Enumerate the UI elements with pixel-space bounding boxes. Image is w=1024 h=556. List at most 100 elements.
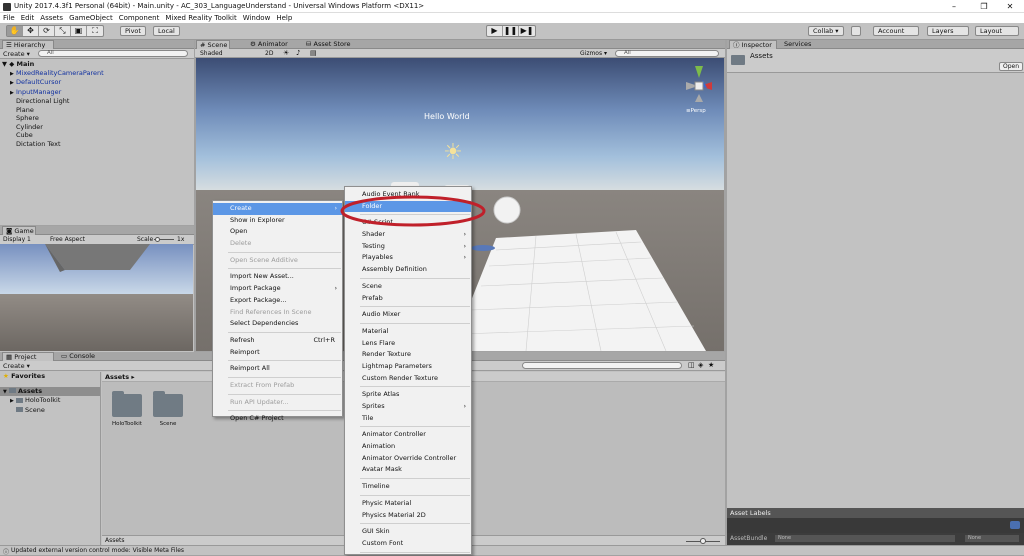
play-button[interactable]: ▶ — [487, 26, 503, 36]
assetbundle-variant-dropdown[interactable]: None — [965, 535, 1019, 542]
holotoolkit-folder-label[interactable]: HoloToolkit — [109, 421, 145, 427]
menu-item-physic-material[interactable]: Physic Material — [345, 498, 471, 510]
scene-search-input[interactable]: All — [615, 50, 719, 57]
cloud-icon[interactable] — [851, 26, 861, 36]
layers-dropdown[interactable]: Layers — [927, 26, 969, 36]
tab-inspector[interactable]: ⓘ Inspector — [729, 40, 777, 49]
gizmos-dropdown[interactable]: Gizmos ▾ — [580, 50, 607, 57]
layout-dropdown[interactable]: Layout — [975, 26, 1019, 36]
menu-item-custom-font[interactable]: Custom Font — [345, 538, 471, 550]
project-tree-item[interactable]: Scene — [0, 406, 100, 415]
menu-item-create[interactable]: Create› — [213, 203, 342, 215]
scale-slider-thumb[interactable] — [155, 237, 160, 242]
hierarchy-item[interactable]: Dictation Text — [2, 140, 192, 149]
local-toggle[interactable]: Local — [153, 26, 180, 36]
favorite-star-icon[interactable]: ★ — [708, 361, 714, 369]
menu-assets[interactable]: Assets — [37, 13, 66, 23]
menu-item-audio-event-bank[interactable]: Audio Event Bank — [345, 189, 471, 201]
favorites-item[interactable]: ★ Favorites — [0, 372, 100, 381]
menu-item-sprite-atlas[interactable]: Sprite Atlas — [345, 389, 471, 401]
transform-tool-icon[interactable]: ⛶ — [87, 26, 103, 36]
asset-labels-header[interactable]: Asset Labels — [727, 508, 1024, 518]
menu-item-render-texture[interactable]: Render Texture — [345, 349, 471, 361]
pivot-toggle[interactable]: Pivot — [120, 26, 146, 36]
tab-game[interactable]: ◙ Game — [2, 226, 36, 235]
menu-item-playables[interactable]: Playables› — [345, 252, 471, 264]
menu-gameobject[interactable]: GameObject — [66, 13, 116, 23]
menu-item-physics-material-2d[interactable]: Physics Material 2D — [345, 510, 471, 522]
menu-window[interactable]: Window — [240, 13, 274, 23]
minimize-button[interactable]: – — [940, 0, 968, 13]
menu-item-animator-override-controller[interactable]: Animator Override Controller — [345, 453, 471, 465]
holotoolkit-folder-icon[interactable] — [112, 394, 142, 417]
scale-tool-icon[interactable]: ⤡ — [55, 26, 71, 36]
breadcrumb-assets[interactable]: Assets ▸ — [105, 373, 135, 381]
menu-item-timeline[interactable]: Timeline — [345, 481, 471, 493]
aspect-dropdown[interactable]: Free Aspect — [50, 236, 85, 243]
audio-toggle-icon[interactable]: ♪ — [296, 49, 300, 57]
menu-item-gui-skin[interactable]: GUI Skin — [345, 526, 471, 538]
assetbundle-dropdown[interactable]: None — [775, 535, 955, 542]
project-create-dropdown[interactable]: Create ▾ — [3, 362, 30, 370]
menu-item-select-dependencies[interactable]: Select Dependencies — [213, 318, 342, 330]
menu-item-c-script[interactable]: C# Script — [345, 217, 471, 229]
menu-item-animation[interactable]: Animation — [345, 441, 471, 453]
tab-console[interactable]: ▭ Console — [58, 352, 98, 361]
collab-button[interactable]: Collab ▾ — [808, 26, 844, 36]
lighting-toggle-icon[interactable]: ☀ — [283, 49, 289, 57]
tab-project[interactable]: ▦ Project — [2, 352, 54, 361]
menu-item-prefab[interactable]: Prefab — [345, 293, 471, 305]
menu-item-open-c-project[interactable]: Open C# Project — [213, 413, 342, 425]
scene-gizmo-icon[interactable] — [684, 64, 714, 104]
game-viewport[interactable] — [0, 244, 193, 351]
menu-item-tile[interactable]: Tile — [345, 413, 471, 425]
menu-file[interactable]: File — [0, 13, 18, 23]
menu-component[interactable]: Component — [116, 13, 163, 23]
tab-hierarchy[interactable]: ☰ Hierarchy — [2, 40, 54, 49]
menu-item-testing[interactable]: Testing› — [345, 241, 471, 253]
menu-item-shader[interactable]: Shader› — [345, 229, 471, 241]
rotate-tool-icon[interactable]: ⟳ — [39, 26, 55, 36]
hierarchy-item[interactable]: Directional Light — [2, 97, 192, 106]
search-by-type-icon[interactable]: ◫ — [688, 361, 695, 369]
hand-tool-icon[interactable]: ✋ — [7, 26, 23, 36]
menu-item-lens-flare[interactable]: Lens Flare — [345, 338, 471, 350]
hierarchy-create-dropdown[interactable]: Create ▾ — [3, 50, 30, 58]
tab-asset-store[interactable]: ⛁ Asset Store — [303, 40, 354, 49]
open-button[interactable]: Open — [999, 62, 1023, 71]
menu-item-animator-controller[interactable]: Animator Controller — [345, 429, 471, 441]
move-tool-icon[interactable]: ✥ — [23, 26, 39, 36]
project-search-input[interactable] — [522, 362, 682, 369]
account-dropdown[interactable]: Account — [873, 26, 919, 36]
menu-item-import-new-asset[interactable]: Import New Asset... — [213, 271, 342, 283]
menu-item-reimport[interactable]: Reimport — [213, 347, 342, 359]
tab-animator[interactable]: ⚙ Animator — [247, 40, 291, 49]
menu-item-open[interactable]: Open — [213, 226, 342, 238]
tab-services[interactable]: Services — [781, 40, 814, 49]
menu-item-sprites[interactable]: Sprites› — [345, 401, 471, 413]
menu-item-assembly-definition[interactable]: Assembly Definition — [345, 264, 471, 276]
hierarchy-item[interactable]: Plane — [2, 106, 192, 115]
icon-size-slider-thumb[interactable] — [700, 538, 706, 544]
hierarchy-item[interactable]: Cube — [2, 131, 192, 140]
menu-item-avatar-mask[interactable]: Avatar Mask — [345, 464, 471, 476]
menu-item-material[interactable]: Material — [345, 326, 471, 338]
hierarchy-item[interactable]: Sphere — [2, 114, 192, 123]
hierarchy-search-input[interactable]: All — [38, 50, 188, 57]
menu-item-import-package[interactable]: Import Package› — [213, 283, 342, 295]
menu-edit[interactable]: Edit — [18, 13, 38, 23]
menu-item-show-in-explorer[interactable]: Show in Explorer — [213, 215, 342, 227]
menu-item-custom-render-texture[interactable]: Custom Render Texture — [345, 373, 471, 385]
scene-folder-icon[interactable] — [153, 394, 183, 417]
shading-dropdown[interactable]: Shaded — [200, 50, 223, 57]
menu-item-reimport-all[interactable]: Reimport All — [213, 363, 342, 375]
scene-root[interactable]: ▼ ◆ Main — [2, 60, 192, 69]
search-by-label-icon[interactable]: ◈ — [698, 361, 703, 369]
hierarchy-item[interactable]: ▶DefaultCursor — [2, 78, 192, 88]
hierarchy-item[interactable]: ▶MixedRealityCameraParent — [2, 69, 192, 79]
scene-folder-label[interactable]: Scene — [150, 421, 186, 427]
hierarchy-item[interactable]: ▶InputManager — [2, 88, 192, 98]
menu-item-lightmap-parameters[interactable]: Lightmap Parameters — [345, 361, 471, 373]
display-dropdown[interactable]: Display 1 — [3, 236, 31, 243]
hierarchy-item[interactable]: Cylinder — [2, 123, 192, 132]
